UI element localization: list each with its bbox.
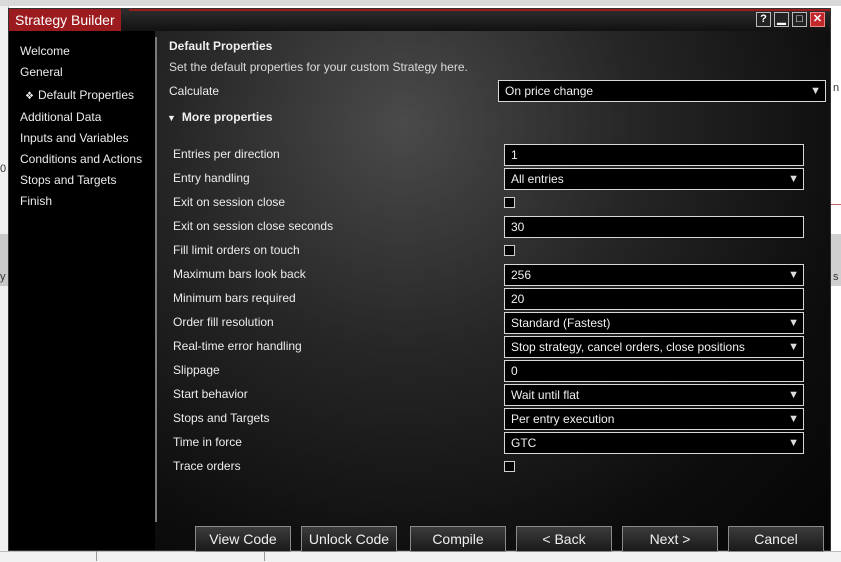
stops-and-targets-value: Per entry execution bbox=[511, 412, 615, 426]
nav-item-label: Stops and Targets bbox=[20, 173, 117, 187]
nav-item-label: Finish bbox=[20, 194, 53, 208]
time-in-force-select[interactable]: GTC ▼ bbox=[504, 432, 804, 454]
maximize-button[interactable]: □ bbox=[792, 12, 807, 27]
entry-handling-value: All entries bbox=[511, 172, 564, 186]
time-in-force-label: Time in force bbox=[173, 435, 242, 449]
chevron-down-icon: ▼ bbox=[788, 317, 799, 329]
nav-item-stops-and-targets[interactable]: Stops and Targets bbox=[20, 173, 117, 187]
exit-on-session-close-seconds-input[interactable]: 30 bbox=[504, 216, 804, 238]
nav-item-conditions-and-actions[interactable]: Conditions and Actions bbox=[20, 152, 142, 166]
order-fill-resolution-value: Standard (Fastest) bbox=[511, 316, 611, 330]
fill-limit-orders-on-touch-checkbox[interactable] bbox=[504, 245, 515, 256]
maximum-bars-look-back-select[interactable]: 256 ▼ bbox=[504, 264, 804, 286]
trace-orders-checkbox[interactable] bbox=[504, 461, 515, 472]
time-in-force-value: GTC bbox=[511, 436, 537, 450]
real-time-error-handling-label: Real-time error handling bbox=[173, 339, 302, 353]
dialog-content: Welcome General ❖ Default Properties Addi… bbox=[9, 31, 830, 552]
start-behavior-label: Start behavior bbox=[173, 387, 248, 401]
minimum-bars-required-label: Minimum bars required bbox=[173, 291, 296, 305]
exit-on-session-close-seconds-label: Exit on session close seconds bbox=[173, 219, 334, 233]
chevron-down-icon: ▼ bbox=[788, 341, 799, 353]
real-time-error-handling-value: Stop strategy, cancel orders, close posi… bbox=[511, 340, 745, 354]
view-code-button[interactable]: View Code bbox=[195, 526, 291, 552]
entries-per-direction-value: 1 bbox=[511, 148, 518, 162]
compile-button[interactable]: Compile bbox=[410, 526, 506, 552]
minimum-bars-required-value: 20 bbox=[511, 292, 525, 306]
maximum-bars-look-back-label: Maximum bars look back bbox=[173, 267, 306, 281]
cancel-button[interactable]: Cancel bbox=[728, 526, 824, 552]
chevron-down-icon: ▼ bbox=[788, 269, 799, 281]
entry-handling-label: Entry handling bbox=[173, 171, 250, 185]
more-properties-toggle[interactable]: ▼ More properties bbox=[167, 110, 273, 124]
entries-per-direction-label: Entries per direction bbox=[173, 147, 280, 161]
chevron-down-icon: ▼ bbox=[788, 437, 799, 449]
nav-item-label: Default Properties bbox=[37, 88, 135, 102]
stops-and-targets-select[interactable]: Per entry execution ▼ bbox=[504, 408, 804, 430]
background-fragment-y: y bbox=[0, 271, 6, 283]
stops-and-targets-label: Stops and Targets bbox=[173, 411, 270, 425]
chevron-down-icon: ▼ bbox=[788, 173, 799, 185]
title-bar[interactable]: Strategy Builder ? ▁ □ ✕ bbox=[9, 9, 830, 31]
background-fragment-s: s bbox=[833, 271, 839, 283]
nav-item-default-properties[interactable]: ❖ Default Properties bbox=[25, 88, 134, 102]
unlock-code-button[interactable]: Unlock Code bbox=[301, 526, 397, 552]
slippage-label: Slippage bbox=[173, 363, 220, 377]
order-fill-resolution-select[interactable]: Standard (Fastest) ▼ bbox=[504, 312, 804, 334]
nav-item-label: Conditions and Actions bbox=[20, 152, 143, 166]
diamond-icon: ❖ bbox=[25, 91, 34, 102]
nav-item-label: Additional Data bbox=[20, 110, 102, 124]
nav-divider bbox=[155, 37, 157, 522]
strategy-builder-window: Strategy Builder ? ▁ □ ✕ Welcome General… bbox=[8, 8, 831, 552]
trace-orders-label: Trace orders bbox=[173, 459, 241, 473]
window-title: Strategy Builder bbox=[9, 9, 121, 31]
minimum-bars-required-input[interactable]: 20 bbox=[504, 288, 804, 310]
entry-handling-select[interactable]: All entries ▼ bbox=[504, 168, 804, 190]
close-button[interactable]: ✕ bbox=[810, 12, 825, 27]
nav-item-welcome[interactable]: Welcome bbox=[20, 44, 70, 58]
exit-on-session-close-seconds-value: 30 bbox=[511, 220, 525, 234]
chevron-down-icon: ▼ bbox=[810, 85, 821, 97]
background-tick bbox=[264, 551, 265, 561]
background-app-red-line bbox=[831, 204, 841, 205]
more-properties-label: More properties bbox=[181, 110, 273, 124]
maximum-bars-look-back-value: 256 bbox=[511, 268, 532, 282]
nav-item-label: Welcome bbox=[20, 44, 70, 58]
title-accent-line bbox=[129, 9, 830, 11]
exit-on-session-close-checkbox[interactable] bbox=[504, 197, 515, 208]
exit-on-session-close-label: Exit on session close bbox=[173, 195, 286, 209]
background-tick bbox=[96, 551, 97, 561]
calculate-select[interactable]: On price change ▼ bbox=[498, 80, 826, 102]
section-description: Set the default properties for your cust… bbox=[169, 60, 468, 74]
next-button[interactable]: Next > bbox=[622, 526, 718, 552]
real-time-error-handling-select[interactable]: Stop strategy, cancel orders, close posi… bbox=[504, 336, 804, 358]
nav-item-general[interactable]: General bbox=[20, 65, 63, 79]
triangle-down-icon: ▼ bbox=[167, 113, 176, 123]
calculate-label: Calculate bbox=[169, 84, 220, 98]
start-behavior-value: Wait until flat bbox=[511, 388, 580, 402]
background-app-bottom bbox=[0, 551, 841, 562]
background-fragment-o: 0 bbox=[0, 163, 7, 175]
section-title: Default Properties bbox=[169, 39, 273, 53]
help-button[interactable]: ? bbox=[756, 12, 771, 27]
entries-per-direction-input[interactable]: 1 bbox=[504, 144, 804, 166]
nav-item-label: General bbox=[20, 65, 63, 79]
nav-item-inputs-and-variables[interactable]: Inputs and Variables bbox=[20, 131, 129, 145]
nav-item-finish[interactable]: Finish bbox=[20, 194, 52, 208]
calculate-value: On price change bbox=[505, 84, 594, 98]
fill-limit-orders-on-touch-label: Fill limit orders on touch bbox=[173, 243, 300, 257]
order-fill-resolution-label: Order fill resolution bbox=[173, 315, 274, 329]
back-button[interactable]: < Back bbox=[516, 526, 612, 552]
chevron-down-icon: ▼ bbox=[788, 413, 799, 425]
start-behavior-select[interactable]: Wait until flat ▼ bbox=[504, 384, 804, 406]
background-fragment-n: n bbox=[833, 82, 840, 94]
nav-item-additional-data[interactable]: Additional Data bbox=[20, 110, 101, 124]
chevron-down-icon: ▼ bbox=[788, 389, 799, 401]
minimize-button[interactable]: ▁ bbox=[774, 12, 789, 27]
wizard-nav: Welcome General ❖ Default Properties Addi… bbox=[9, 31, 155, 550]
slippage-input[interactable]: 0 bbox=[504, 360, 804, 382]
nav-item-label: Inputs and Variables bbox=[20, 131, 129, 145]
background-app-topbar bbox=[0, 0, 841, 6]
slippage-value: 0 bbox=[511, 364, 518, 378]
